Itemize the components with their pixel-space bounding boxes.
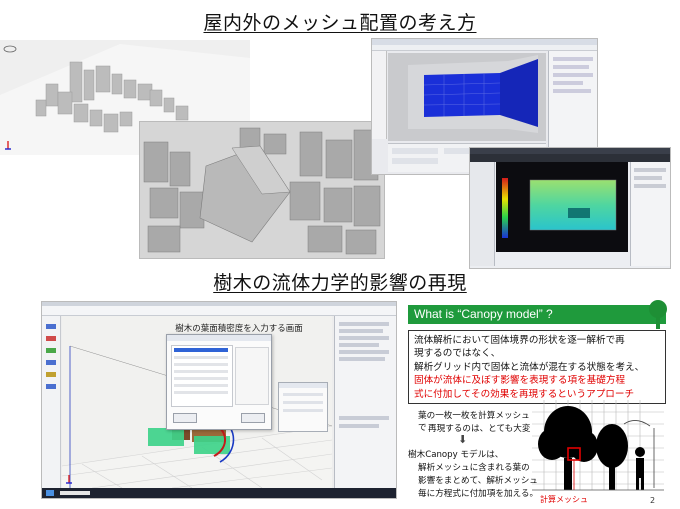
page-number: 2 <box>650 496 656 505</box>
canopy-heading: What is “Canopy model” ? <box>408 305 666 324</box>
city-closeup-canvas <box>140 122 384 258</box>
screenshot-result-app <box>470 148 670 268</box>
sub-1: 樹木Canopy モデルは、 <box>408 450 504 460</box>
taskbar <box>42 488 396 498</box>
canopy-grid-illustration <box>532 400 664 500</box>
result-toolbar <box>470 154 670 162</box>
tree-app-toolbar <box>42 306 396 316</box>
app-left-toolbar <box>372 51 387 139</box>
lad-table[interactable] <box>171 345 233 407</box>
mesh-label: 計算メッシュ <box>540 495 588 504</box>
canopy-line-2: 現するのではなく、 <box>414 348 501 360</box>
axis-gizmo-icon <box>5 136 11 150</box>
sub-3: 影響をまとめて、解析メッシュ <box>418 476 538 486</box>
canopy-line-1: 流体解析において固体境界の形状を逐一解析で再 <box>414 335 625 346</box>
canopy-line-5-text: 式に付加してその効果を再現するというアプローチ <box>414 388 635 400</box>
result-left-panel <box>470 162 495 266</box>
room-viewport <box>388 53 546 141</box>
tree-icon <box>644 299 672 329</box>
dialog-caption: 樹木の葉面積密度を入力する画面 <box>175 324 303 334</box>
section-title-middle: 樹木の流体力学的影響の再現 <box>213 272 467 294</box>
lad-input-dialog[interactable] <box>166 334 272 430</box>
secondary-dialog[interactable] <box>278 382 328 432</box>
canopy-line-4: 固体が流体に及ぼす影響を表現する項を基礎方程 <box>414 375 626 387</box>
canopy-description-box: 流体解析において固体境界の形状を逐一解析で再 現するのではなく、 解析グリッド内… <box>408 330 666 404</box>
tree-app-left-toolbar <box>42 316 61 488</box>
dialog-button-2[interactable] <box>241 413 265 423</box>
note-2: 再現するのは、とても大変 <box>428 424 531 434</box>
section-title-top: 屋内外のメッシュ配置の考え方 <box>203 12 477 34</box>
screenshot-tree-input-app: 樹木の葉面積密度を入力する画面 <box>42 302 396 498</box>
arrow-down-icon: ⬇ <box>458 433 468 446</box>
dialog-button-1[interactable] <box>173 413 197 423</box>
sub-2: 解析メッシュに含まれる葉の <box>418 463 530 473</box>
screenshot-city-closeup <box>140 122 384 258</box>
result-right-panel <box>630 162 670 266</box>
result-viewport <box>496 162 628 252</box>
sub-4: 毎に方程式に付加項を加える。 <box>418 489 539 499</box>
tree-app-right-panel <box>334 316 396 488</box>
axis-gizmo-icon-2 <box>66 470 72 484</box>
canopy-line-3: 解析グリッド内で固体と流体が混在する状態を考え、 <box>414 361 645 373</box>
